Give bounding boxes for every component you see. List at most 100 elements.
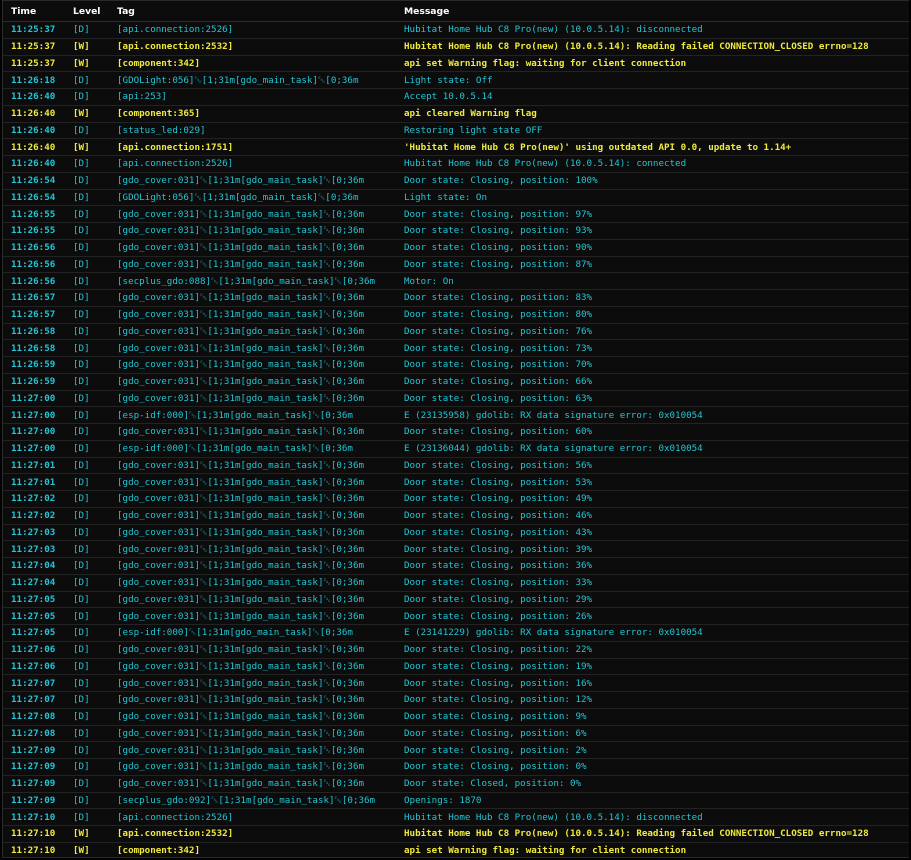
log-level: [D] [73,242,90,254]
log-tag: [api.connection:2526] [117,24,234,36]
log-level: [D] [73,158,90,170]
log-level: [D] [73,275,90,287]
log-row: 11:27:09 [D] [gdo_cover:031]␛[1;31m[gdo_… [3,742,909,759]
log-message: E (23141229) gdolib: RX data signature e… [404,627,703,639]
log-time: 11:27:09 [11,761,56,773]
log-level: [D] [73,426,90,438]
log-level: [D] [73,711,90,723]
log-time: 11:27:08 [11,711,56,723]
log-time: 11:26:40 [11,124,56,136]
log-message: Door state: Closing, position: 29% [404,593,593,605]
log-row: 11:26:59 [D] [gdo_cover:031]␛[1;31m[gdo_… [3,374,909,391]
log-message: Hubitat Home Hub C8 Pro(new) (10.0.5.14)… [404,828,869,840]
log-tag: [gdo_cover:031]␛[1;31m[gdo_main_task]␛[0… [117,644,365,656]
log-message: Door state: Closing, position: 16% [404,677,593,689]
log-time: 11:26:18 [11,74,56,86]
log-time: 11:27:00 [11,392,56,404]
log-row: 11:26:57 [D] [gdo_cover:031]␛[1;31m[gdo_… [3,290,909,307]
log-row: 11:25:37 [W] [api.connection:2532] Hubit… [3,39,909,56]
log-row: 11:25:37 [W] [component:342] api set War… [3,56,909,73]
log-tag: [api:253] [117,91,167,103]
log-level: [D] [73,493,90,505]
log-message: Door state: Closing, position: 60% [404,426,593,438]
log-message: Door state: Closing, position: 12% [404,694,593,706]
log-time: 11:26:55 [11,225,56,237]
log-row: 11:27:08 [D] [gdo_cover:031]␛[1;31m[gdo_… [3,709,909,726]
log-row: 11:26:40 [W] [component:365] api cleared… [3,106,909,123]
log-tag: [api.connection:1751] [117,141,234,153]
log-message: Door state: Closing, position: 53% [404,476,593,488]
log-row: 11:26:40 [W] [api.connection:1751] 'Hubi… [3,139,909,156]
log-level: [D] [73,577,90,589]
column-header-level[interactable]: Level [65,6,109,17]
log-level: [D] [73,627,90,639]
log-level: [D] [73,175,90,187]
column-header-message[interactable]: Message [396,6,909,17]
log-message: Door state: Closing, position: 2% [404,744,587,756]
log-tag: [gdo_cover:031]␛[1;31m[gdo_main_task]␛[0… [117,325,365,337]
log-message: Door state: Closing, position: 22% [404,644,593,656]
log-tag: [gdo_cover:031]␛[1;31m[gdo_main_task]␛[0… [117,560,365,572]
log-tag: [gdo_cover:031]␛[1;31m[gdo_main_task]␛[0… [117,359,365,371]
log-row: 11:26:40 [D] [api.connection:2526] Hubit… [3,156,909,173]
log-message: Restoring light state OFF [404,124,543,136]
log-row: 11:27:05 [D] [gdo_cover:031]␛[1;31m[gdo_… [3,608,909,625]
log-time: 11:26:56 [11,258,56,270]
log-message: Accept 10.0.5.14 [404,91,493,103]
log-tag: [gdo_cover:031]␛[1;31m[gdo_main_task]␛[0… [117,510,365,522]
log-message: Door state: Closing, position: 0% [404,761,587,773]
log-row: 11:27:07 [D] [gdo_cover:031]␛[1;31m[gdo_… [3,692,909,709]
log-tag: [gdo_cover:031]␛[1;31m[gdo_main_task]␛[0… [117,242,365,254]
log-table-body: 11:25:37 [D] [api.connection:2526] Hubit… [3,22,909,857]
log-time: 11:27:01 [11,459,56,471]
log-message: Door state: Closing, position: 83% [404,292,593,304]
log-time: 11:26:40 [11,158,56,170]
log-viewer[interactable]: Time Level Tag Message 11:25:37 [D] [api… [2,0,909,858]
log-row: 11:27:02 [D] [gdo_cover:031]␛[1;31m[gdo_… [3,491,909,508]
log-time: 11:26:58 [11,342,56,354]
log-message: api cleared Warning flag [404,108,537,120]
log-message: Openings: 1870 [404,794,482,806]
log-tag: [gdo_cover:031]␛[1;31m[gdo_main_task]␛[0… [117,459,365,471]
log-tag: [gdo_cover:031]␛[1;31m[gdo_main_task]␛[0… [117,225,365,237]
log-row: 11:27:09 [D] [gdo_cover:031]␛[1;31m[gdo_… [3,759,909,776]
log-row: 11:27:04 [D] [gdo_cover:031]␛[1;31m[gdo_… [3,575,909,592]
log-level: [D] [73,74,90,86]
log-message: Door state: Closing, position: 39% [404,543,593,555]
log-message: E (23136044) gdolib: RX data signature e… [404,443,703,455]
log-level: [W] [73,828,90,840]
log-level: [D] [73,443,90,455]
log-level: [W] [73,41,90,53]
log-level: [D] [73,208,90,220]
log-time: 11:27:04 [11,560,56,572]
log-row: 11:26:56 [D] [gdo_cover:031]␛[1;31m[gdo_… [3,240,909,257]
log-level: [D] [73,459,90,471]
log-row: 11:26:59 [D] [gdo_cover:031]␛[1;31m[gdo_… [3,357,909,374]
log-tag: [gdo_cover:031]␛[1;31m[gdo_main_task]␛[0… [117,426,365,438]
column-header-time[interactable]: Time [3,6,65,17]
log-time: 11:27:06 [11,660,56,672]
log-level: [W] [73,141,90,153]
log-tag: [component:365] [117,108,200,120]
log-time: 11:27:09 [11,778,56,790]
log-level: [D] [73,560,90,572]
log-row: 11:27:00 [D] [gdo_cover:031]␛[1;31m[gdo_… [3,424,909,441]
log-message: Door state: Closing, position: 97% [404,208,593,220]
log-time: 11:26:55 [11,208,56,220]
log-tag: [gdo_cover:031]␛[1;31m[gdo_main_task]␛[0… [117,744,365,756]
log-message: Hubitat Home Hub C8 Pro(new) (10.0.5.14)… [404,41,869,53]
log-level: [D] [73,225,90,237]
log-tag: [component:342] [117,845,200,857]
column-header-tag[interactable]: Tag [109,6,396,17]
log-tag: [gdo_cover:031]␛[1;31m[gdo_main_task]␛[0… [117,292,365,304]
log-row: 11:27:02 [D] [gdo_cover:031]␛[1;31m[gdo_… [3,508,909,525]
log-tag: [api.connection:2532] [117,41,234,53]
log-row: 11:26:55 [D] [gdo_cover:031]␛[1;31m[gdo_… [3,206,909,223]
log-tag: [gdo_cover:031]␛[1;31m[gdo_main_task]␛[0… [117,727,365,739]
log-row: 11:27:07 [D] [gdo_cover:031]␛[1;31m[gdo_… [3,675,909,692]
log-row: 11:26:54 [D] [gdo_cover:031]␛[1;31m[gdo_… [3,173,909,190]
log-row: 11:27:00 [D] [gdo_cover:031]␛[1;31m[gdo_… [3,391,909,408]
log-tag: [secplus_gdo:088]␛[1;31m[gdo_main_task]␛… [117,275,376,287]
log-time: 11:25:37 [11,57,56,69]
log-level: [D] [73,761,90,773]
